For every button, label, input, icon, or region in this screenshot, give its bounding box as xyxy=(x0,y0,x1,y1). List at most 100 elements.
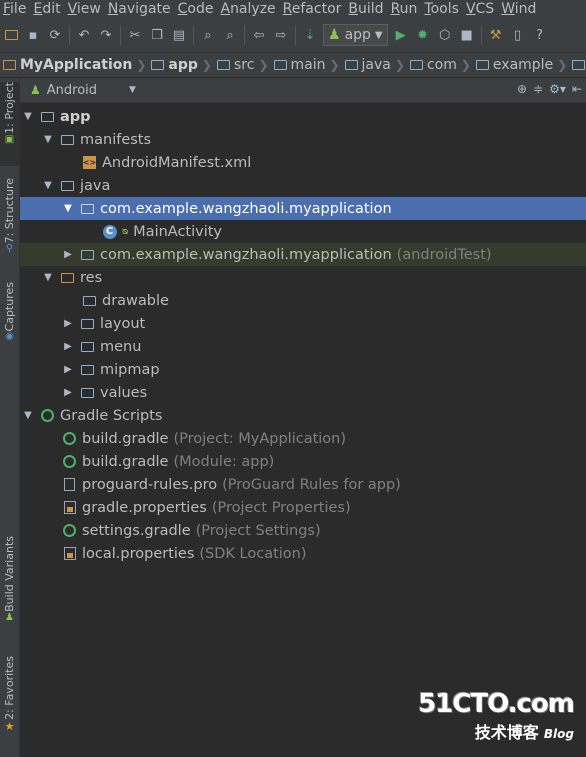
tree-node-drawable[interactable]: drawable xyxy=(20,289,586,312)
gradle-file-icon xyxy=(62,431,77,446)
folder-icon xyxy=(60,178,75,193)
undo-icon[interactable]: ↶ xyxy=(75,26,93,44)
tree-node-gradle-scripts[interactable]: ▼ Gradle Scripts xyxy=(20,404,586,427)
menu-view[interactable]: View xyxy=(65,1,105,17)
tree-node-build-gradle-project[interactable]: build.gradle (Project: MyApplication) xyxy=(20,427,586,450)
menu-run[interactable]: Run xyxy=(388,1,422,17)
collapse-arrow-icon[interactable]: ▶ xyxy=(62,387,74,398)
menu-tools[interactable]: Tools xyxy=(421,1,463,17)
lock-icon: ᴓ xyxy=(122,226,129,237)
project-panel: ♟ Android ▼ ⊕ ≑ ⚙▾ ⇤ ▼ app ▼ manifests <… xyxy=(20,78,586,757)
tree-node-layout[interactable]: ▶ layout xyxy=(20,312,586,335)
expand-arrow-icon[interactable]: ▼ xyxy=(42,134,54,145)
tree-node-manifests[interactable]: ▼ manifests xyxy=(20,128,586,151)
back-icon[interactable]: ⇦ xyxy=(250,26,268,44)
tree-node-values[interactable]: ▶ values xyxy=(20,381,586,404)
copy-icon[interactable]: ❐ xyxy=(148,26,166,44)
tab-build-variants[interactable]: Build Variants ♟ xyxy=(0,536,19,636)
expand-arrow-icon[interactable]: ▼ xyxy=(22,410,34,421)
sdk-manager-icon[interactable]: ⚒ xyxy=(487,26,505,44)
help-icon[interactable]: ? xyxy=(531,26,549,44)
attach-debugger-icon[interactable]: ⬡ xyxy=(436,26,454,44)
folder-icon xyxy=(80,316,95,331)
expand-arrow-icon[interactable]: ▼ xyxy=(42,272,54,283)
tree-node-res[interactable]: ▼ res xyxy=(20,266,586,289)
cut-icon[interactable]: ✂ xyxy=(126,26,144,44)
folder-icon xyxy=(273,60,287,70)
breadcrumb-item[interactable]: main ❯ xyxy=(271,57,342,73)
tree-node-build-gradle-module[interactable]: build.gradle (Module: app) xyxy=(20,450,586,473)
menu-build[interactable]: Build xyxy=(345,1,387,17)
tree-node-java[interactable]: ▼ java xyxy=(20,174,586,197)
folder-icon xyxy=(60,132,75,147)
breadcrumb-item[interactable]: com ❯ xyxy=(407,57,473,73)
collapse-arrow-icon[interactable]: ▶ xyxy=(62,341,74,352)
menu-edit[interactable]: Edit xyxy=(30,1,64,17)
menu-analyze[interactable]: Analyze xyxy=(217,1,279,17)
stop-icon[interactable]: ■ xyxy=(458,26,476,44)
tree-node-settings-gradle[interactable]: settings.gradle (Project Settings) xyxy=(20,519,586,542)
text-file-icon xyxy=(62,477,77,492)
breadcrumb-item[interactable]: MyApplication ❯ xyxy=(0,57,148,73)
tree-node-manifest-file[interactable]: <> AndroidManifest.xml xyxy=(20,151,586,174)
folder-icon xyxy=(344,60,358,70)
tab-structure[interactable]: 7: Structure ⚲ xyxy=(0,178,19,266)
tree-node-main-activity[interactable]: C ᴓ MainActivity xyxy=(20,220,586,243)
breadcrumb: MyApplication ❯ app ❯ src ❯ main ❯ java ❯ com… xyxy=(0,53,586,78)
package-folder-icon xyxy=(80,247,95,262)
tree-node-package-test[interactable]: ▶ com.example.wangzhaoli.myapplication (… xyxy=(20,243,586,266)
menu-code[interactable]: Code xyxy=(175,1,218,17)
class-icon: C xyxy=(102,224,117,239)
avd-manager-icon[interactable]: ▯ xyxy=(509,26,527,44)
menu-navigate[interactable]: Navigate xyxy=(105,1,175,17)
run-icon[interactable]: ▶ xyxy=(392,26,410,44)
expand-arrow-icon[interactable]: ▼ xyxy=(62,203,74,214)
breadcrumb-item[interactable]: src ❯ xyxy=(214,57,271,73)
menu-window[interactable]: Wind xyxy=(498,1,540,17)
gear-icon[interactable]: ⚙▾ xyxy=(549,82,566,96)
hide-panel-icon[interactable]: ⇤ xyxy=(572,82,582,96)
tree-node-app[interactable]: ▼ app xyxy=(20,105,586,128)
tab-favorites[interactable]: 2: Favorites ★ xyxy=(0,656,19,746)
redo-icon[interactable]: ↷ xyxy=(97,26,115,44)
save-icon[interactable]: ▪ xyxy=(24,26,42,44)
tree-node-gradle-properties[interactable]: gradle.properties (Project Properties) xyxy=(20,496,586,519)
collapse-arrow-icon[interactable]: ▶ xyxy=(62,364,74,375)
tree-node-mipmap[interactable]: ▶ mipmap xyxy=(20,358,586,381)
tab-captures[interactable]: Captures ◉ xyxy=(0,282,19,358)
paste-icon[interactable]: ▤ xyxy=(170,26,188,44)
breadcrumb-item[interactable]: wangz xyxy=(569,57,586,73)
menu-file[interactable]: File xyxy=(0,1,30,17)
scroll-from-source-icon[interactable]: ⊕ xyxy=(517,82,527,96)
sync-icon[interactable]: ⟳ xyxy=(46,26,64,44)
forward-icon[interactable]: ⇨ xyxy=(272,26,290,44)
expand-arrow-icon[interactable]: ▼ xyxy=(22,111,34,122)
tree-node-local-properties[interactable]: local.properties (SDK Location) xyxy=(20,542,586,565)
chevron-down-icon[interactable]: ▼ xyxy=(129,85,136,95)
tree-node-menu[interactable]: ▶ menu xyxy=(20,335,586,358)
debug-icon[interactable]: ✹ xyxy=(414,26,432,44)
breadcrumb-item[interactable]: java ❯ xyxy=(342,57,407,73)
breadcrumb-item[interactable]: app ❯ xyxy=(148,57,214,73)
xml-file-icon: <> xyxy=(82,156,97,169)
collapse-arrow-icon[interactable]: ▶ xyxy=(62,318,74,329)
run-config-selector[interactable]: ♟ app ▼ xyxy=(323,24,388,46)
menu-vcs[interactable]: VCS xyxy=(463,1,498,17)
collapse-all-icon[interactable]: ≑ xyxy=(533,82,543,96)
tree-node-proguard[interactable]: proguard-rules.pro (ProGuard Rules for a… xyxy=(20,473,586,496)
collapse-arrow-icon[interactable]: ▶ xyxy=(62,249,74,260)
breadcrumb-item[interactable]: example ❯ xyxy=(473,57,569,73)
view-mode-dropdown[interactable]: Android xyxy=(47,83,97,98)
replace-icon[interactable]: ⌕ xyxy=(221,26,239,44)
watermark: 51CTO.com 技术博客 Blog xyxy=(418,689,575,743)
project-folder-icon xyxy=(3,60,16,70)
expand-arrow-icon[interactable]: ▼ xyxy=(42,180,54,191)
watermark-subtitle: 技术博客 xyxy=(474,723,539,742)
make-project-icon[interactable]: ⇣ xyxy=(301,26,319,44)
tree-node-package-main[interactable]: ▼ com.example.wangzhaoli.myapplication xyxy=(20,197,586,220)
open-folder-icon[interactable] xyxy=(2,26,20,44)
gradle-file-icon xyxy=(62,523,77,538)
tab-project[interactable]: 1: Project ▣ xyxy=(0,82,19,166)
find-icon[interactable]: ⌕ xyxy=(199,26,217,44)
menu-refactor[interactable]: Refactor xyxy=(280,1,346,17)
